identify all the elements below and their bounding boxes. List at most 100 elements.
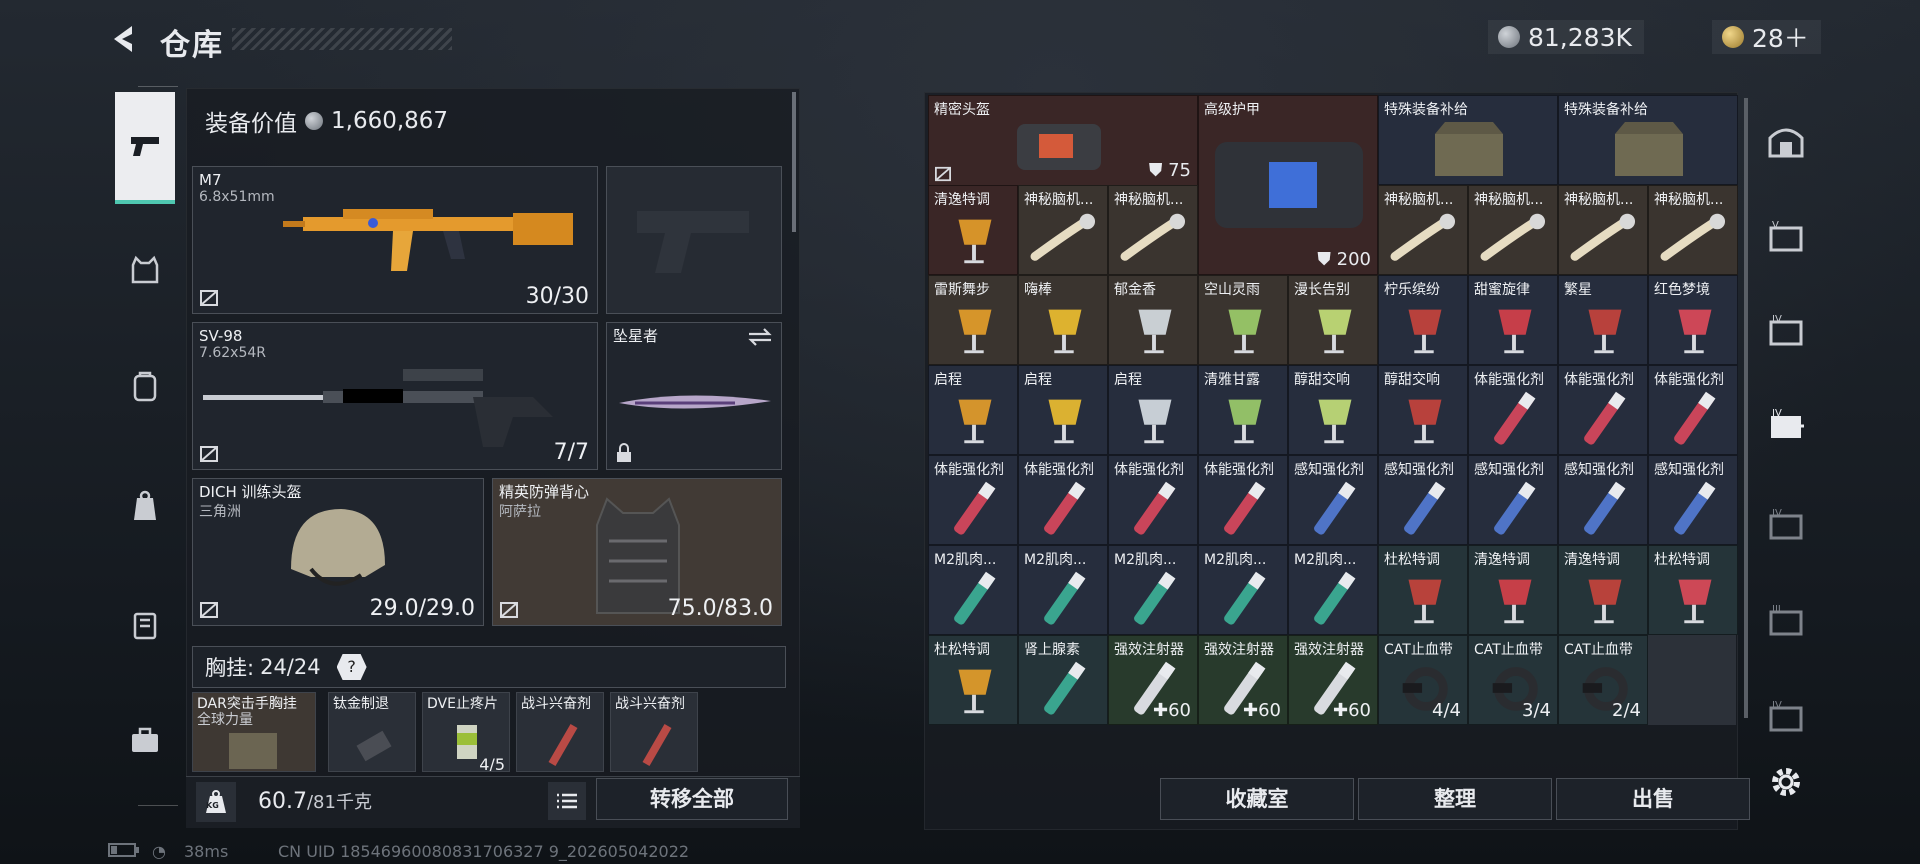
list-view-button[interactable] [548, 782, 586, 820]
grid-item[interactable]: 空山灵雨 [1198, 275, 1288, 365]
crate-image [1615, 122, 1683, 176]
grid-item[interactable]: 杜松特调 [1648, 545, 1738, 635]
grid-item[interactable]: 神秘脑机... [1378, 185, 1468, 275]
grid-item[interactable]: M2肌肉... [1018, 545, 1108, 635]
svg-text:V: V [1772, 220, 1779, 231]
grid-item[interactable]: 感知强化剂 [1468, 455, 1558, 545]
tab-storage-4d[interactable]: IV [1760, 690, 1812, 742]
stim-image [642, 723, 672, 767]
grid-item[interactable]: CAT止血带 2/4 [1558, 635, 1648, 725]
grid-item[interactable]: 肾上腺素 [1018, 635, 1108, 725]
grid-item[interactable]: 神秘脑机... [1108, 185, 1198, 275]
grid-item[interactable]: 柠乐缤纷 [1378, 275, 1468, 365]
grid-item[interactable]: CAT止血带 4/4 [1378, 635, 1468, 725]
grid-item[interactable]: 甜蜜旋律 [1468, 275, 1558, 365]
item-icon [1584, 481, 1626, 535]
grid-item[interactable]: 强效注射器 ✚60 [1288, 635, 1378, 725]
grid-item[interactable]: 神秘脑机... [1558, 185, 1648, 275]
tab-gear[interactable] [115, 220, 175, 320]
loadout-scrollbar[interactable] [792, 92, 796, 232]
grid-item[interactable]: CAT止血带 3/4 [1468, 635, 1558, 725]
primary-weapon-slot[interactable]: M7 6.8x51mm 30/30 [192, 166, 598, 314]
collection-button[interactable]: 收藏室 [1160, 778, 1354, 820]
grid-item[interactable]: 清逸特调 [1558, 545, 1648, 635]
grid-item[interactable]: 嗨棒 [1018, 275, 1108, 365]
grid-item[interactable]: M2肌肉... [928, 545, 1018, 635]
grid-item[interactable]: 红色梦境 [1648, 275, 1738, 365]
storage-v-icon: V [1769, 220, 1803, 252]
grid-item[interactable]: M2肌肉... [1108, 545, 1198, 635]
grid-item[interactable]: 感知强化剂 [1558, 455, 1648, 545]
chest-item-stim-2[interactable]: 战斗兴奋剂 [610, 692, 698, 772]
sort-button[interactable]: 整理 [1358, 778, 1552, 820]
item-icon [1674, 481, 1716, 535]
grid-item[interactable]: 杜松特调 [928, 635, 1018, 725]
grid-item[interactable]: 清雅甘露 [1198, 365, 1288, 455]
equipment-value: 装备价值 1,660,867 [205, 108, 449, 137]
item-special-supply-1[interactable]: 特殊装备补给 [1378, 95, 1558, 185]
melee-slot[interactable]: 坠星者 [606, 322, 782, 470]
grid-item[interactable]: 繁星 [1558, 275, 1648, 365]
grid-item[interactable]: 体能强化剂 [1108, 455, 1198, 545]
storage-medic-icon: IV [1771, 408, 1804, 438]
chest-item-painkiller[interactable]: DVE止疼片 4/5 [422, 692, 510, 772]
grid-item[interactable]: 雷斯舞步 [928, 275, 1018, 365]
grid-item[interactable]: 启程 [928, 365, 1018, 455]
pistol-slot-empty[interactable] [606, 166, 782, 314]
chest-rig-item[interactable]: DAR突击手胸挂 全球力量 [192, 692, 316, 772]
grid-item[interactable]: 杜松特调 [1378, 545, 1468, 635]
grid-item[interactable]: 体能强化剂 [1018, 455, 1108, 545]
chest-item-stim-1[interactable]: 战斗兴奋剂 [516, 692, 604, 772]
grid-item[interactable]: 体能强化剂 [1648, 365, 1738, 455]
item-advanced-armor[interactable]: 高级护甲 ⛊ 200 [1198, 95, 1378, 275]
grid-item[interactable]: 体能强化剂 [1198, 455, 1288, 545]
grid-item[interactable]: 清逸特调 [928, 185, 1018, 275]
back-arrow-icon[interactable] [106, 22, 140, 56]
settings-button[interactable] [1760, 756, 1812, 808]
swap-icon[interactable] [747, 327, 773, 347]
tab-storage-3[interactable]: III [1760, 594, 1812, 646]
grid-item[interactable]: 神秘脑机... [1018, 185, 1108, 275]
tab-bag[interactable] [115, 456, 175, 556]
item-icon [1044, 571, 1086, 625]
transfer-all-button[interactable]: 转移全部 [596, 778, 788, 820]
tab-weapons[interactable] [115, 92, 175, 204]
tab-container[interactable] [115, 574, 175, 674]
item-icon [954, 481, 996, 535]
item-special-supply-2[interactable]: 特殊装备补给 [1558, 95, 1738, 185]
grid-item[interactable]: M2肌肉... [1198, 545, 1288, 635]
grid-item[interactable]: 神秘脑机... [1468, 185, 1558, 275]
grid-item[interactable]: 感知强化剂 [1288, 455, 1378, 545]
grid-item[interactable]: 漫长告别 [1288, 275, 1378, 365]
grid-item[interactable]: 感知强化剂 [1378, 455, 1468, 545]
secondary-weapon-slot[interactable]: SV-98 7.62x54R 7/7 [192, 322, 598, 470]
storage-scrollbar[interactable] [1744, 98, 1748, 718]
armor-slot[interactable]: 精英防弹背心 阿萨拉 75.0/83.0 [492, 478, 782, 626]
title-decoration [232, 28, 452, 50]
grid-item[interactable]: 感知强化剂 [1648, 455, 1738, 545]
grid-item[interactable]: 强效注射器 ✚60 [1198, 635, 1288, 725]
grid-item[interactable]: 体能强化剂 [1558, 365, 1648, 455]
tab-storage-4a[interactable]: IV [1760, 304, 1812, 356]
tab-toolbox[interactable] [115, 690, 175, 790]
helmet-slot[interactable]: DICH 训练头盔 三角洲 29.0/29.0 [192, 478, 484, 626]
tab-storage-4c[interactable]: IV [1760, 498, 1812, 550]
tab-storage-4b[interactable]: IV [1760, 398, 1812, 450]
grid-item[interactable]: 醇甜交响 [1378, 365, 1468, 455]
help-button[interactable]: ? [336, 654, 367, 680]
sell-button[interactable]: 出售 [1556, 778, 1750, 820]
tab-storage-5[interactable]: V [1760, 210, 1812, 262]
grid-item[interactable]: 体能强化剂 [928, 455, 1018, 545]
grid-item[interactable]: 郁金香 [1108, 275, 1198, 365]
grid-item[interactable]: 清逸特调 [1468, 545, 1558, 635]
tab-storage-home[interactable] [1760, 116, 1812, 168]
grid-item[interactable]: M2肌肉... [1288, 545, 1378, 635]
tab-backpack[interactable] [115, 336, 175, 436]
chest-item-muzzle[interactable]: 钛金制退 [328, 692, 416, 772]
grid-item[interactable]: 启程 [1018, 365, 1108, 455]
grid-item[interactable]: 体能强化剂 [1468, 365, 1558, 455]
grid-item[interactable]: 强效注射器 ✚60 [1108, 635, 1198, 725]
grid-item[interactable]: 启程 [1108, 365, 1198, 455]
grid-item[interactable]: 醇甜交响 [1288, 365, 1378, 455]
grid-item[interactable]: 神秘脑机... [1648, 185, 1738, 275]
